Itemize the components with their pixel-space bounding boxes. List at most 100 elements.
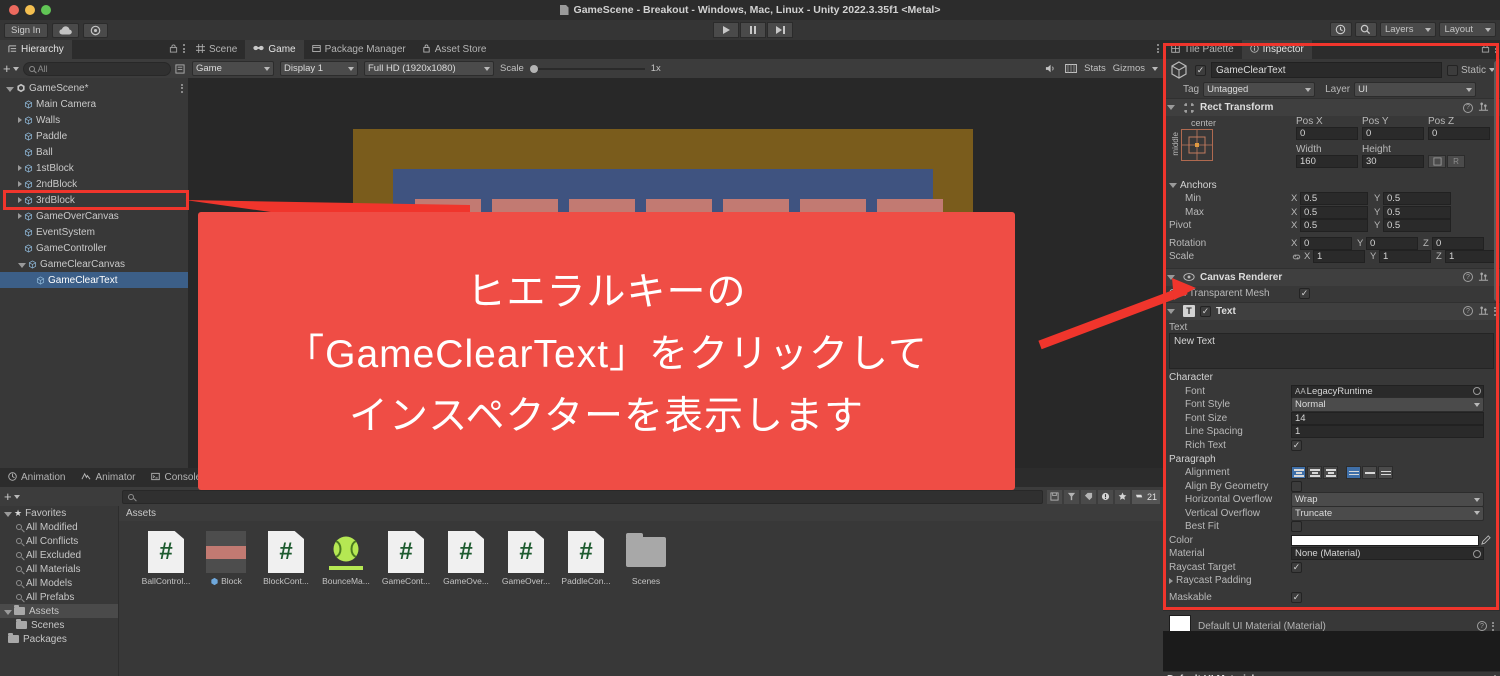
- hierarchy-item-gameovercanvas[interactable]: GameOverCanvas: [0, 208, 188, 224]
- anchor-min-x-input[interactable]: 0.5: [1300, 192, 1368, 206]
- game-mode-dropdown[interactable]: Game: [192, 61, 274, 76]
- game-view-menu[interactable]: [1157, 44, 1159, 53]
- tab-animation[interactable]: Animation: [0, 468, 74, 487]
- best-fit-checkbox[interactable]: [1291, 521, 1302, 533]
- chevron-down-icon[interactable]: [1167, 308, 1175, 314]
- gear-icon[interactable]: [82, 22, 108, 38]
- tab-hierarchy[interactable]: Hierarchy: [0, 40, 72, 59]
- chevron-down-icon[interactable]: [1152, 66, 1158, 71]
- chevron-right-icon[interactable]: [18, 197, 22, 203]
- height-input[interactable]: 30: [1362, 155, 1424, 168]
- pivot-x-input[interactable]: 0.5: [1300, 219, 1368, 233]
- chevron-right-icon[interactable]: [18, 213, 22, 219]
- pivot-y-input[interactable]: 0.5: [1383, 219, 1451, 233]
- chevron-right-icon[interactable]: [18, 181, 22, 187]
- line-spacing-input[interactable]: 1: [1291, 425, 1484, 439]
- project-search-input[interactable]: [122, 489, 1043, 504]
- project-tree-item-scenes[interactable]: Scenes: [0, 618, 118, 632]
- scale-y-input[interactable]: 1: [1379, 250, 1431, 264]
- component-menu-button[interactable]: [1492, 621, 1494, 631]
- project-tree-item-favorites[interactable]: ★ Favorites: [0, 506, 118, 520]
- rot-x-input[interactable]: 0: [1300, 236, 1352, 250]
- pause-button[interactable]: [740, 22, 766, 38]
- favorites-filter-icon[interactable]: [1114, 489, 1130, 504]
- chevron-right-icon[interactable]: [18, 165, 22, 171]
- help-icon[interactable]: ?: [1477, 621, 1487, 631]
- pos-x-input[interactable]: 0: [1296, 127, 1358, 140]
- preset-icon[interactable]: [1478, 272, 1489, 283]
- hierarchy-item-gamescene[interactable]: GameScene*: [0, 80, 188, 96]
- align-by-geometry-checkbox[interactable]: [1291, 480, 1302, 492]
- rot-y-input[interactable]: 0: [1366, 236, 1418, 250]
- filter-by-type-icon[interactable]: [1063, 489, 1079, 504]
- align-bottom-button[interactable]: [1378, 466, 1393, 480]
- font-style-dropdown[interactable]: Normal: [1291, 397, 1484, 413]
- chevron-down-icon[interactable]: [6, 86, 14, 92]
- asset-item[interactable]: # GameOver...: [501, 531, 551, 586]
- resolution-dropdown[interactable]: Full HD (1920x1080): [364, 61, 494, 76]
- hierarchy-menu-button[interactable]: [183, 44, 185, 53]
- layers-dropdown[interactable]: Layers: [1379, 22, 1437, 37]
- rich-text-checkbox[interactable]: [1291, 439, 1302, 451]
- mute-audio-icon[interactable]: [1045, 63, 1058, 74]
- hierarchy-search-input[interactable]: All: [22, 61, 171, 76]
- hierarchy-item-gamecleartext[interactable]: GameClearText: [0, 272, 188, 288]
- chevron-down-icon[interactable]: [4, 511, 12, 517]
- asset-item[interactable]: # PaddleCon...: [561, 531, 611, 586]
- asset-item[interactable]: # GameOve...: [441, 531, 491, 586]
- vertical-overflow-dropdown[interactable]: Truncate: [1291, 505, 1484, 521]
- project-tree-item-all-modified[interactable]: All Modified: [0, 520, 118, 534]
- help-icon[interactable]: ?: [1463, 272, 1473, 282]
- gizmos-button[interactable]: Gizmos: [1113, 63, 1145, 74]
- align-center-button[interactable]: [1307, 466, 1322, 480]
- hierarchy-item-eventsystem[interactable]: EventSystem: [0, 224, 188, 240]
- blueprint-mode-button[interactable]: [1428, 155, 1446, 168]
- package-count-badge[interactable]: 21: [1131, 489, 1160, 504]
- tab-animator[interactable]: Animator: [73, 468, 144, 487]
- asset-item[interactable]: # BallControl...: [141, 531, 191, 586]
- align-left-button[interactable]: [1291, 466, 1306, 480]
- gameobject-enabled-checkbox[interactable]: [1195, 64, 1206, 76]
- cloud-icon[interactable]: [51, 22, 79, 38]
- preset-icon[interactable]: [1478, 306, 1489, 317]
- object-picker-icon[interactable]: [1473, 549, 1481, 558]
- maskable-checkbox[interactable]: [1291, 591, 1302, 603]
- pos-y-input[interactable]: 0: [1362, 127, 1424, 140]
- text-component-header[interactable]: T Text ?: [1163, 301, 1500, 320]
- project-tree-item-assets[interactable]: Assets: [0, 604, 118, 618]
- scene-menu-button[interactable]: [181, 83, 183, 93]
- slider-handle[interactable]: [529, 64, 538, 73]
- hierarchy-item-walls[interactable]: Walls: [0, 112, 188, 128]
- project-tree-item-all-conflicts[interactable]: All Conflicts: [0, 534, 118, 548]
- tab-tile-palette[interactable]: Tile Palette: [1163, 40, 1242, 59]
- anchor-max-x-input[interactable]: 0.5: [1300, 205, 1368, 219]
- project-tree-item-all-materials[interactable]: All Materials: [0, 562, 118, 576]
- chevron-down-icon[interactable]: [18, 262, 26, 268]
- chevron-down-icon[interactable]: [4, 609, 12, 615]
- tab-asset-store[interactable]: Asset Store: [413, 40, 495, 59]
- project-tree-item-all-excluded[interactable]: All Excluded: [0, 548, 118, 562]
- error-filter-icon[interactable]: [1097, 489, 1113, 504]
- search-icon[interactable]: [1354, 22, 1377, 37]
- inspector-menu-button[interactable]: [1495, 44, 1497, 53]
- anchors-section[interactable]: Anchors: [1163, 178, 1500, 192]
- layer-dropdown[interactable]: UI: [1354, 82, 1477, 97]
- sign-in-button[interactable]: Sign In: [4, 22, 48, 38]
- inspector-scrollbar[interactable]: [1494, 61, 1499, 301]
- component-menu-button[interactable]: [1494, 306, 1496, 316]
- tab-game[interactable]: Game: [245, 40, 304, 59]
- tag-dropdown[interactable]: Untagged: [1203, 82, 1316, 97]
- pos-z-input[interactable]: 0: [1428, 127, 1490, 140]
- hierarchy-item-3rdblock[interactable]: 3rdBlock: [0, 192, 188, 208]
- play-button[interactable]: [713, 22, 739, 38]
- chevron-down-icon[interactable]: [1167, 105, 1175, 110]
- preset-icon[interactable]: [1478, 102, 1489, 113]
- asset-item[interactable]: # BlockCont...: [261, 531, 311, 586]
- display-dropdown[interactable]: Display 1: [280, 61, 358, 76]
- anchor-preset-widget[interactable]: [1181, 129, 1213, 161]
- save-search-icon[interactable]: [1046, 489, 1062, 504]
- tab-package-manager[interactable]: Package Manager: [303, 40, 414, 59]
- object-picker-icon[interactable]: [1473, 387, 1481, 396]
- asset-item[interactable]: Block: [201, 531, 251, 586]
- text-color-swatch[interactable]: [1291, 534, 1479, 546]
